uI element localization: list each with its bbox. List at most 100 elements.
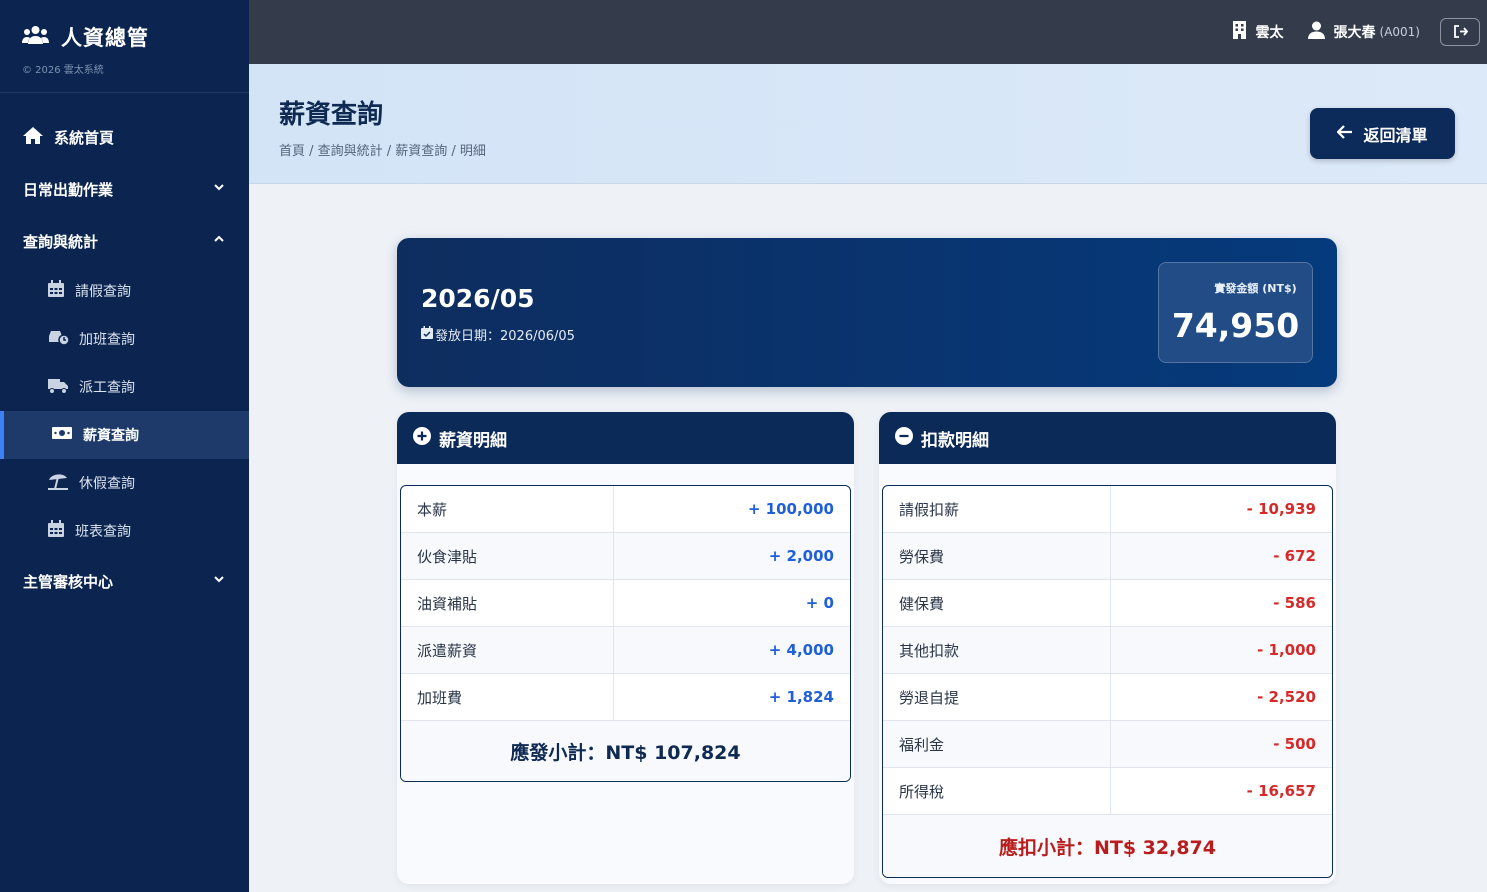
sidebar-item-vacation-query[interactable]: 休假查詢 — [0, 459, 249, 507]
item-value: + 2,000 — [768, 547, 834, 565]
item-name: 油資補貼 — [401, 580, 614, 626]
user-name: 張大春 — [1333, 25, 1376, 41]
minus-circle-icon — [895, 426, 913, 450]
item-name: 加班費 — [401, 674, 614, 720]
item-value: - 10,939 — [1246, 500, 1316, 518]
sidebar-item-query[interactable]: 查詢與統計 — [0, 215, 249, 267]
salary-period: 2026/05 — [421, 284, 535, 313]
sidebar-item-label: 日常出勤作業 — [23, 180, 114, 199]
arrow-left-icon — [1336, 124, 1353, 143]
chevron-down-icon — [211, 571, 227, 591]
sidebar-item-label: 薪資查詢 — [83, 428, 139, 444]
sidebar-item-label: 休假查詢 — [79, 476, 135, 492]
building-icon — [1232, 21, 1256, 43]
table-row: 健保費 - 586 — [883, 580, 1332, 627]
item-name: 勞退自提 — [883, 674, 1111, 720]
item-name: 所得稅 — [883, 768, 1111, 814]
item-name: 派遣薪資 — [401, 627, 614, 673]
item-value: - 672 — [1273, 547, 1316, 565]
calendar-icon — [47, 520, 65, 542]
brand-title: 人資總管 — [61, 26, 149, 50]
chevron-down-icon — [211, 179, 227, 199]
deductions-table: 請假扣薪 - 10,939 勞保費 - 672 健保費 - 586 其他扣款 -… — [882, 485, 1333, 878]
topbar: 雲太 張大春 (A001) — [249, 0, 1487, 64]
home-icon — [22, 126, 44, 149]
table-row: 請假扣薪 - 10,939 — [883, 486, 1332, 533]
brand: 人資總管 © 2026 雲太系統 — [0, 0, 249, 93]
page-header: 薪資查詢 首頁 / 查詢與統計 / 薪資查詢 / 明細 返回清單 — [249, 64, 1487, 184]
item-name: 請假扣薪 — [883, 486, 1111, 532]
page-title: 薪資查詢 — [279, 100, 384, 130]
item-value: - 586 — [1273, 594, 1316, 612]
sidebar-item-dispatch-query[interactable]: 派工查詢 — [0, 363, 249, 411]
company-info: 雲太 — [1232, 21, 1284, 43]
sidebar: 人資總管 © 2026 雲太系統 系統首頁 日常出勤作業 查詢與統計 請假查詢 … — [0, 0, 249, 892]
sidebar-item-home[interactable]: 系統首頁 — [0, 111, 249, 163]
user-icon — [1307, 21, 1334, 43]
item-name: 健保費 — [883, 580, 1111, 626]
brand-copyright: © 2026 雲太系統 — [22, 65, 104, 76]
salary-summary-card: 2026/05 發放日期：2026/06/05 實發金額 (NT$) 74,95… — [397, 238, 1337, 387]
beach-umbrella-icon — [47, 472, 69, 494]
calendar-icon — [47, 280, 65, 302]
pay-date: 發放日期：2026/06/05 — [421, 325, 575, 344]
deductions-subtotal: 應扣小計：NT$ 32,874 — [883, 815, 1332, 877]
item-value: - 500 — [1273, 735, 1316, 753]
table-row: 其他扣款 - 1,000 — [883, 627, 1332, 674]
sidebar-item-daily[interactable]: 日常出勤作業 — [0, 163, 249, 215]
table-row: 所得稅 - 16,657 — [883, 768, 1332, 815]
chevron-up-icon — [211, 231, 227, 251]
item-value: + 0 — [805, 594, 834, 612]
sidebar-item-schedule-query[interactable]: 班表查詢 — [0, 507, 249, 555]
sidebar-item-label: 系統首頁 — [54, 128, 115, 147]
table-row: 福利金 - 500 — [883, 721, 1332, 768]
item-name: 其他扣款 — [883, 627, 1111, 673]
sidebar-item-salary-query[interactable]: 薪資查詢 — [0, 411, 249, 459]
net-pay-value: 74,950 — [1171, 306, 1300, 345]
logout-button[interactable] — [1440, 18, 1480, 46]
sidebar-item-leave-query[interactable]: 請假查詢 — [0, 267, 249, 315]
sidebar-item-label: 加班查詢 — [79, 332, 135, 348]
sidebar-item-label: 請假查詢 — [75, 284, 131, 300]
user-info: 張大春 (A001) — [1307, 21, 1420, 43]
earnings-panel-title: 薪資明細 — [439, 430, 507, 451]
item-name: 福利金 — [883, 721, 1111, 767]
sidebar-item-manager[interactable]: 主管審核中心 — [0, 555, 249, 607]
item-value: - 16,657 — [1246, 782, 1316, 800]
deductions-panel: 扣款明細 請假扣薪 - 10,939 勞保費 - 672 健保費 - 586 其… — [879, 412, 1336, 884]
company-name: 雲太 — [1255, 25, 1284, 41]
item-name: 伙食津貼 — [401, 533, 614, 579]
table-row: 勞退自提 - 2,520 — [883, 674, 1332, 721]
earnings-table: 本薪 + 100,000 伙食津貼 + 2,000 油資補貼 + 0 派遣薪資 … — [400, 485, 851, 782]
logout-icon — [1453, 23, 1468, 42]
truck-icon — [47, 376, 69, 398]
pay-date-text: 發放日期：2026/06/05 — [435, 329, 575, 344]
sidebar-item-label: 班表查詢 — [75, 524, 131, 540]
back-to-list-button[interactable]: 返回清單 — [1310, 108, 1455, 159]
calendar-check-icon — [421, 326, 433, 343]
sidebar-item-overtime-query[interactable]: 加班查詢 — [0, 315, 249, 363]
sidebar-item-label: 查詢與統計 — [23, 232, 99, 251]
deductions-panel-header: 扣款明細 — [879, 412, 1336, 464]
table-row: 油資補貼 + 0 — [401, 580, 850, 627]
net-pay-label: 實發金額 (NT$) — [1214, 282, 1297, 295]
net-pay-box: 實發金額 (NT$) 74,950 — [1158, 262, 1313, 363]
item-value: - 1,000 — [1257, 641, 1316, 659]
car-clock-icon — [47, 328, 70, 350]
item-value: + 100,000 — [747, 500, 834, 518]
sidebar-item-label: 派工查詢 — [79, 380, 135, 396]
users-icon — [22, 24, 49, 50]
table-row: 本薪 + 100,000 — [401, 486, 850, 533]
table-row: 伙食津貼 + 2,000 — [401, 533, 850, 580]
sidebar-nav: 系統首頁 日常出勤作業 查詢與統計 請假查詢 加班查詢 派工查詢 薪資查詢 休假… — [0, 93, 249, 607]
breadcrumb: 首頁 / 查詢與統計 / 薪資查詢 / 明細 — [279, 144, 486, 159]
employee-id: (A001) — [1379, 25, 1420, 39]
earnings-panel-header: 薪資明細 — [397, 412, 854, 464]
item-name: 本薪 — [401, 486, 614, 532]
back-button-label: 返回清單 — [1363, 125, 1428, 145]
table-row: 加班費 + 1,824 — [401, 674, 850, 721]
money-icon — [51, 425, 73, 445]
sidebar-item-label: 主管審核中心 — [23, 572, 114, 591]
earnings-subtotal: 應發小計：NT$ 107,824 — [401, 721, 850, 781]
plus-circle-icon — [413, 426, 431, 450]
